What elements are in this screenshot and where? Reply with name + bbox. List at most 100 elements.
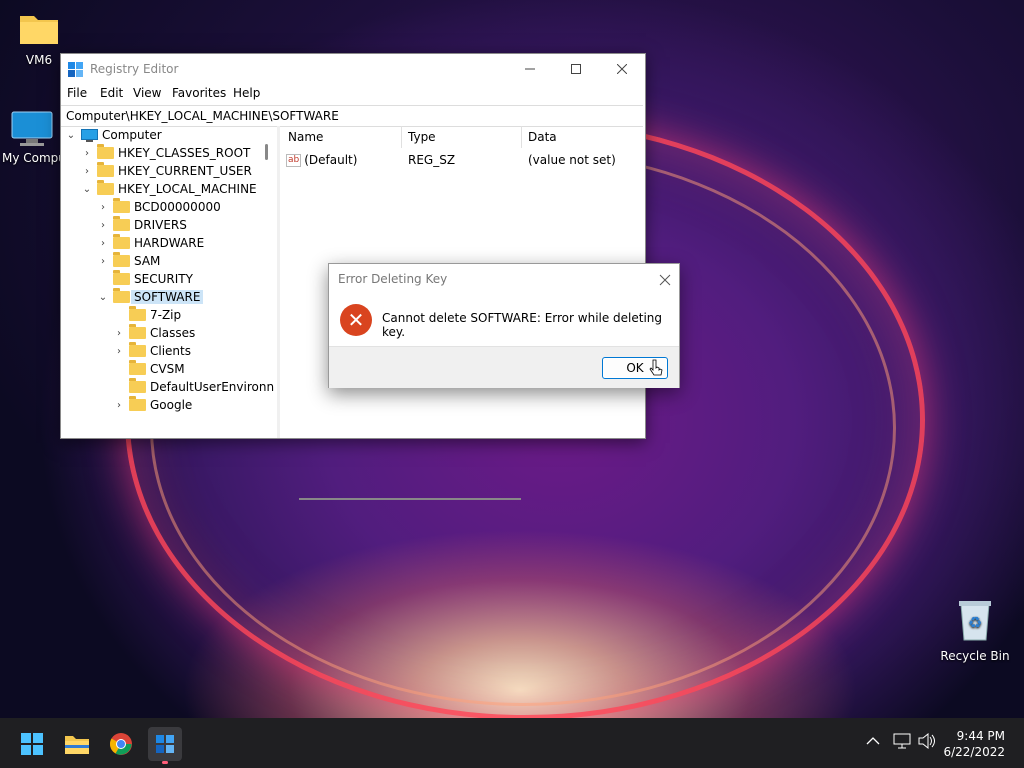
- chevron-right-icon[interactable]: ›: [97, 220, 109, 231]
- desktop-icon-recycle-bin[interactable]: ♻ Recycle Bin: [940, 598, 1010, 663]
- tree-item-security[interactable]: SECURITY: [97, 270, 193, 288]
- computer-icon: [81, 128, 98, 142]
- speaker-icon: [918, 732, 935, 750]
- volume-button[interactable]: [918, 732, 936, 752]
- registry-editor-icon: [156, 735, 174, 753]
- tree-item-label: SAM: [134, 254, 161, 268]
- taskbar-chrome[interactable]: [104, 727, 138, 761]
- string-value-icon: ab: [286, 153, 302, 167]
- chevron-right-icon[interactable]: ›: [97, 202, 109, 213]
- chevron-right-icon[interactable]: ›: [97, 256, 109, 267]
- menu-bar: File Edit View Favorites Help: [61, 84, 645, 104]
- tree-item-label: HKEY_LOCAL_MACHINE: [118, 182, 257, 196]
- network-status-button[interactable]: [893, 733, 911, 752]
- clock[interactable]: 9:44 PM 6/22/2022: [943, 728, 1005, 760]
- folder-icon: [113, 288, 130, 303]
- tree-item-label: SOFTWARE: [131, 290, 204, 304]
- folder-icon: [129, 360, 146, 375]
- tree-vertical-scrollbar[interactable]: [265, 144, 268, 160]
- chevron-right-icon[interactable]: ›: [113, 400, 125, 411]
- tree-item-hardware[interactable]: › HARDWARE: [97, 234, 204, 252]
- chevron-right-icon[interactable]: ›: [113, 346, 125, 357]
- error-dialog: Error Deleting Key ✕ Cannot delete SOFTW…: [328, 263, 680, 388]
- start-button[interactable]: [15, 727, 49, 761]
- maximize-button[interactable]: [553, 54, 599, 84]
- tree-item-software[interactable]: ⌄ SOFTWARE: [97, 288, 204, 306]
- tree-item-label: SECURITY: [134, 272, 193, 286]
- chevron-down-icon[interactable]: ⌄: [97, 292, 109, 303]
- tree-item-hkey-current-user[interactable]: › HKEY_CURRENT_USER: [81, 162, 252, 180]
- tree-item-label: Google: [150, 398, 193, 412]
- menu-favorites[interactable]: Favorites: [172, 86, 226, 100]
- tree-item-hkey-classes-root[interactable]: › HKEY_CLASSES_ROOT: [81, 144, 250, 162]
- show-hidden-icons-button[interactable]: [866, 735, 880, 749]
- folder-icon: [113, 216, 130, 231]
- tree-item-drivers[interactable]: › DRIVERS: [97, 216, 187, 234]
- tree-item-hkey-local-machine[interactable]: ⌄ HKEY_LOCAL_MACHINE: [81, 180, 257, 198]
- folder-icon: [129, 324, 146, 339]
- folder-icon: [113, 198, 130, 213]
- chevron-right-icon[interactable]: ›: [81, 148, 93, 159]
- svg-text:♻: ♻: [968, 613, 982, 632]
- chevron-right-icon[interactable]: ›: [113, 328, 125, 339]
- tree-item-clients[interactable]: › Clients: [113, 342, 191, 360]
- error-icon: ✕: [340, 304, 372, 336]
- tree-item-classes[interactable]: › Classes: [113, 324, 195, 342]
- title-bar[interactable]: Registry Editor: [61, 54, 645, 84]
- tree-item-defaultuserenvironment[interactable]: DefaultUserEnvironn: [113, 378, 274, 396]
- tree-item-bcd[interactable]: › BCD00000000: [97, 198, 221, 216]
- desktop-icon-my-computer[interactable]: My Compu: [2, 110, 66, 165]
- tree-item-7zip[interactable]: 7-Zip: [113, 306, 181, 324]
- desktop-icon-vm6[interactable]: VM6: [14, 12, 64, 67]
- folder-icon: [97, 144, 114, 159]
- taskbar-registry-editor[interactable]: [148, 727, 182, 764]
- chevron-down-icon[interactable]: ⌄: [81, 184, 93, 195]
- minimize-button[interactable]: [507, 54, 553, 84]
- dialog-footer: OK: [329, 346, 679, 388]
- column-header-name[interactable]: Name: [288, 130, 323, 144]
- chrome-icon: [110, 733, 132, 755]
- recycle-bin-icon: ♻: [959, 601, 991, 641]
- tree-item-sam[interactable]: › SAM: [97, 252, 160, 270]
- menu-help[interactable]: Help: [233, 86, 260, 100]
- folder-icon: [129, 378, 146, 393]
- tree-item-google[interactable]: › Google: [113, 396, 192, 414]
- value-type: REG_SZ: [408, 153, 456, 167]
- dialog-message: Cannot delete SOFTWARE: Error while dele…: [382, 311, 663, 339]
- chevron-right-icon[interactable]: ›: [81, 166, 93, 177]
- column-header-data[interactable]: Data: [528, 130, 557, 144]
- close-button[interactable]: [599, 54, 645, 84]
- registry-app-icon: [68, 62, 84, 81]
- tree-item-label: Clients: [150, 344, 191, 358]
- values-horizontal-scrollbar[interactable]: [299, 498, 521, 500]
- tree-item-label: BCD00000000: [134, 200, 221, 214]
- tree-item-label: HKEY_CURRENT_USER: [118, 164, 252, 178]
- tree-item-label: 7-Zip: [150, 308, 182, 322]
- folder-icon: [113, 234, 130, 249]
- mouse-cursor-icon: [649, 359, 663, 376]
- menu-edit[interactable]: Edit: [100, 86, 123, 100]
- menu-file[interactable]: File: [67, 86, 87, 100]
- tree-item-label: CVSM: [150, 362, 185, 376]
- tree-item-label: DRIVERS: [134, 218, 187, 232]
- active-app-indicator: [162, 761, 168, 764]
- file-explorer-icon: [65, 736, 89, 754]
- desktop-icon-label: My Compu: [2, 151, 66, 165]
- close-icon: [617, 64, 627, 74]
- address-bar[interactable]: Computer\HKEY_LOCAL_MACHINE\SOFTWARE: [61, 105, 643, 127]
- tree-item-label: DefaultUserEnvironn: [150, 380, 275, 394]
- tree-item-cvsm[interactable]: CVSM: [113, 360, 185, 378]
- menu-view[interactable]: View: [133, 86, 161, 100]
- dialog-close-button[interactable]: [659, 268, 671, 290]
- folder-icon: [113, 270, 130, 285]
- clock-date: 6/22/2022: [943, 745, 1005, 759]
- column-header-type[interactable]: Type: [408, 130, 436, 144]
- chevron-down-icon[interactable]: ⌄: [65, 130, 77, 141]
- tree-item-computer[interactable]: ⌄ Computer: [65, 126, 162, 144]
- window-title: Registry Editor: [90, 62, 179, 76]
- tree-item-label: HARDWARE: [134, 236, 205, 250]
- chevron-right-icon[interactable]: ›: [97, 238, 109, 249]
- tree-item-label: Classes: [150, 326, 196, 340]
- taskbar-file-explorer[interactable]: [60, 727, 94, 761]
- tree-item-label: Computer: [102, 128, 162, 142]
